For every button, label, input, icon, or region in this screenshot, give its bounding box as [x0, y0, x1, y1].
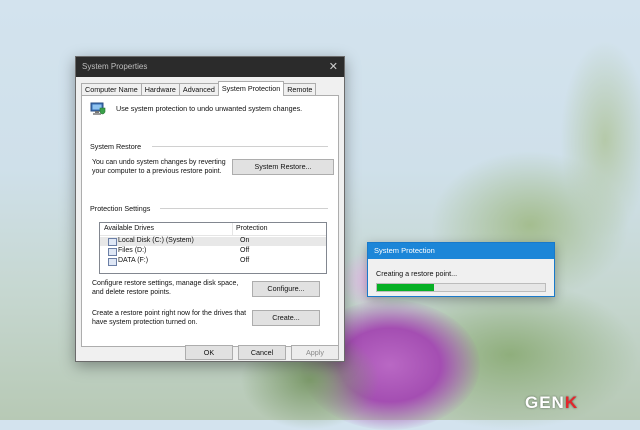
system-protection-progress-dialog: System Protection Creating a restore poi… — [367, 242, 555, 297]
drive-name: Local Disk (C:) (System) — [118, 237, 194, 244]
drive-protection: On — [240, 237, 250, 244]
drive-protection: Off — [240, 257, 250, 264]
drives-list[interactable]: Available Drives Protection Local Disk (… — [99, 222, 327, 274]
system-restore-group-label: System Restore — [90, 142, 142, 151]
column-header-protection[interactable]: Protection — [236, 225, 268, 232]
drive-name: Files (D:) — [118, 247, 147, 254]
configure-button[interactable]: Configure... — [252, 281, 320, 297]
drive-icon — [108, 238, 117, 246]
drive-row[interactable]: DATA (F:) Off — [100, 257, 326, 266]
drive-row[interactable]: Files (D:) Off — [100, 247, 326, 256]
drive-name: DATA (F:) — [118, 257, 149, 264]
window-title: System Properties — [82, 62, 148, 71]
drive-row[interactable]: Local Disk (C:) (System) On — [100, 237, 326, 246]
divider — [152, 146, 328, 147]
system-restore-button[interactable]: System Restore... — [232, 159, 334, 175]
configure-description: Configure restore settings, manage disk … — [92, 280, 239, 296]
divider — [160, 208, 328, 209]
tab-system-protection[interactable]: System Protection — [217, 81, 285, 96]
system-properties-window: System Properties ✕ Computer Name Hardwa… — [75, 56, 345, 362]
system-restore-description: You can undo system changes by reverting… — [92, 159, 226, 175]
apply-button[interactable]: Apply — [291, 345, 339, 360]
cancel-button[interactable]: Cancel — [238, 345, 286, 360]
progress-message: Creating a restore point... — [376, 269, 458, 278]
drive-icon — [108, 248, 117, 256]
drives-list-header: Available Drives Protection — [100, 223, 326, 236]
close-icon[interactable]: ✕ — [329, 60, 338, 73]
progress-bar-fill — [377, 284, 435, 291]
create-description: Create a restore point right now for the… — [92, 310, 247, 326]
tab-panel: Use system protection to undo unwanted s… — [81, 95, 339, 347]
progress-bar — [376, 283, 546, 292]
protection-settings-group-label: Protection Settings — [90, 204, 151, 213]
title-bar[interactable]: System Properties ✕ — [76, 57, 344, 77]
drive-icon — [108, 258, 117, 266]
create-button[interactable]: Create... — [252, 310, 320, 326]
column-header-available-drives[interactable]: Available Drives — [104, 225, 154, 232]
genk-watermark-logo: GENK — [525, 393, 579, 412]
drive-protection: Off — [240, 247, 250, 254]
intro-text: Use system protection to undo unwanted s… — [116, 104, 303, 113]
computer-shield-icon — [90, 102, 106, 115]
progress-dialog-title[interactable]: System Protection — [368, 243, 554, 259]
ok-button[interactable]: OK — [185, 345, 233, 360]
